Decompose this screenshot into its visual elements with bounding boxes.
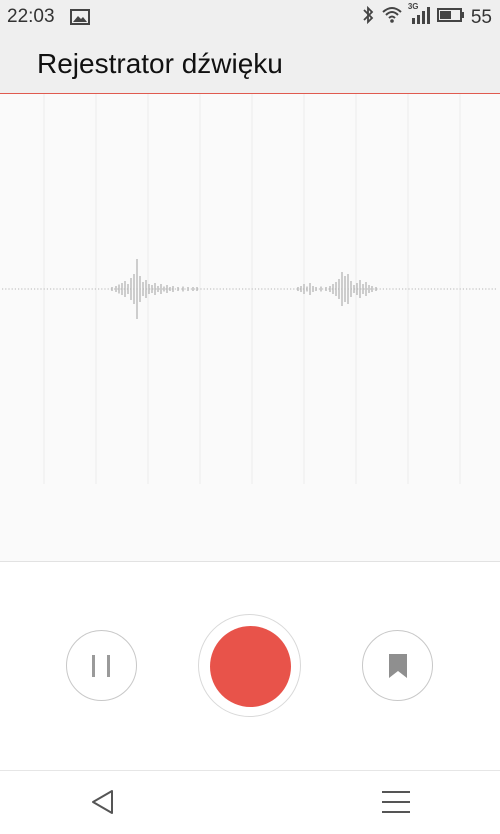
bookmark-icon xyxy=(389,654,407,678)
status-indicators: 3G 55 xyxy=(361,2,492,30)
image-icon xyxy=(70,9,90,30)
signal-icon: 3G xyxy=(407,2,431,30)
battery-icon xyxy=(436,7,465,28)
battery-level: 55 xyxy=(470,6,492,28)
menu-icon[interactable] xyxy=(380,789,412,820)
page-title: Rejestrator dźwięku xyxy=(37,48,283,79)
back-triangle-icon[interactable] xyxy=(88,787,118,822)
record-icon xyxy=(210,626,291,707)
bookmark-button[interactable] xyxy=(362,630,433,701)
navigation-bar xyxy=(0,770,500,834)
app-header: Rejestrator dźwięku xyxy=(0,34,500,94)
status-time: 22:03 xyxy=(7,6,55,27)
bluetooth-icon xyxy=(361,5,375,30)
pause-button[interactable] xyxy=(66,630,137,701)
waveform-view xyxy=(0,94,500,562)
wifi-icon xyxy=(381,6,403,29)
waveform-bars xyxy=(111,259,377,319)
waveform-graphic xyxy=(2,94,498,484)
network-type-label: 3G xyxy=(407,2,419,11)
status-bar: 22:03 3G 55 xyxy=(0,0,500,34)
record-button[interactable] xyxy=(198,614,301,717)
recorder-controls xyxy=(0,562,500,770)
